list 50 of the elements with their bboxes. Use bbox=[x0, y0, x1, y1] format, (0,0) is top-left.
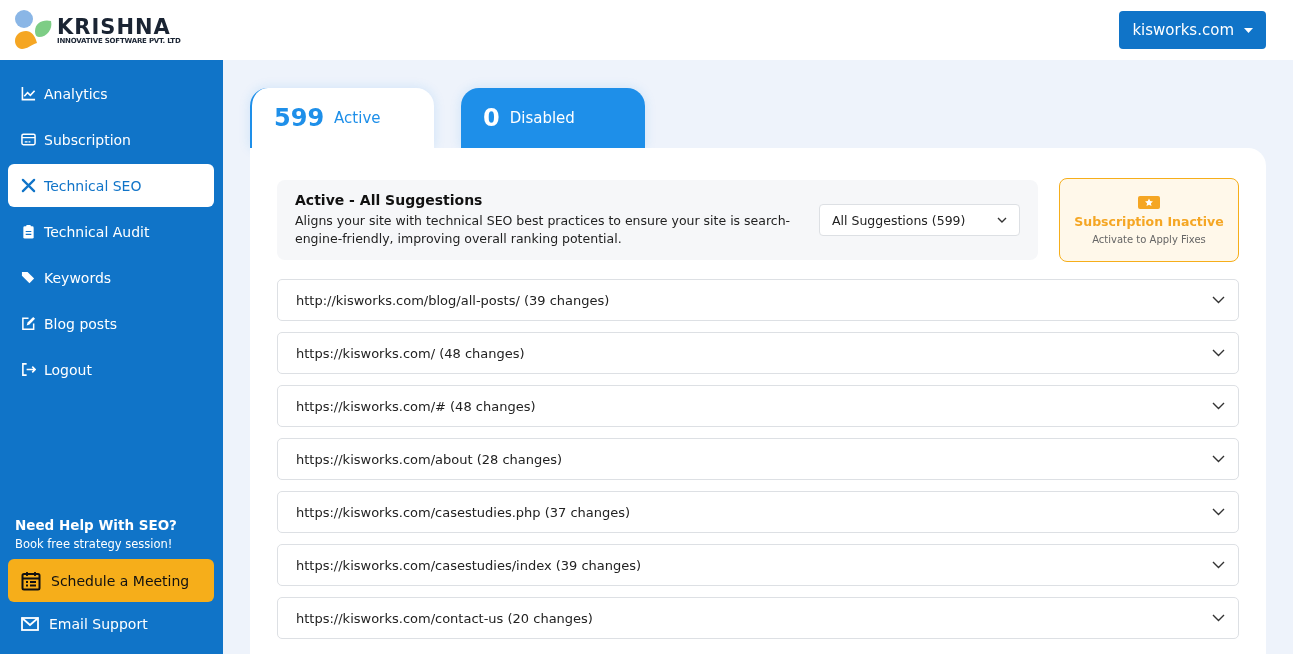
page-accordion-row[interactable]: https://kisworks.com/casestudies/index (39 changes) bbox=[277, 544, 1239, 586]
page-accordion-row[interactable]: https://kisworks.com/contact-us (20 changes) bbox=[277, 597, 1239, 639]
clipboard-icon bbox=[21, 224, 36, 239]
chevron-down-icon bbox=[1212, 455, 1225, 463]
envelope-icon bbox=[21, 617, 39, 631]
chevron-down-icon bbox=[1212, 614, 1225, 622]
tags-icon bbox=[21, 270, 36, 285]
page-accordion-row[interactable]: https://kisworks.com/casestudies.php (37 changes) bbox=[277, 491, 1239, 533]
tab-count: 599 bbox=[274, 104, 325, 132]
logo-name: KRISHNA bbox=[57, 15, 171, 38]
help-title: Need Help With SEO? bbox=[14, 517, 178, 533]
chevron-down-icon bbox=[1212, 349, 1225, 357]
status-tab[interactable]: 0 Disabled bbox=[461, 88, 645, 148]
chevron-down-icon bbox=[1212, 508, 1225, 516]
chevron-down-icon bbox=[1212, 402, 1225, 410]
summary-description: Aligns your site with technical SEO best practices to ensure your site is search-engine-friendly, improving overall ranking potential. bbox=[295, 212, 792, 248]
tab-count: 0 bbox=[483, 104, 500, 132]
card-icon bbox=[21, 132, 36, 147]
star-badge-icon bbox=[1138, 195, 1160, 209]
subscription-hint: Activate to Apply Fixes bbox=[1092, 233, 1206, 245]
tab-label: Active bbox=[334, 109, 381, 127]
sidebar-item[interactable]: Analytics bbox=[8, 72, 214, 115]
edit-icon bbox=[21, 316, 36, 331]
page-accordion-row[interactable]: http://kisworks.com/blog/all-posts/ (39 changes) bbox=[277, 279, 1239, 321]
tab-label: Disabled bbox=[509, 109, 575, 127]
sidebar-item[interactable]: Subscription bbox=[8, 118, 214, 161]
logout-icon bbox=[21, 362, 36, 377]
chevron-down-icon bbox=[1212, 296, 1225, 304]
caret-icon bbox=[1244, 27, 1253, 33]
schedule-meeting-button[interactable]: Schedule a Meeting bbox=[8, 559, 214, 602]
help-subtitle: Book free strategy session! bbox=[14, 536, 174, 553]
site-dropdown[interactable]: kisworks.com bbox=[1119, 11, 1266, 49]
sidebar-item[interactable]: Technical Audit bbox=[8, 210, 214, 253]
sidebar-item[interactable]: Blog posts bbox=[8, 302, 214, 345]
page-accordion-row[interactable]: https://kisworks.com/about (28 changes) bbox=[277, 438, 1239, 480]
page-accordion-row[interactable]: https://kisworks.com/# (48 changes) bbox=[277, 385, 1239, 427]
line-chart-icon bbox=[21, 86, 36, 101]
status-tab[interactable]: 599 Active bbox=[250, 88, 434, 148]
sidebar-item[interactable]: Logout bbox=[8, 348, 214, 391]
subscription-status: Subscription Inactive bbox=[1074, 213, 1224, 229]
sidebar-item[interactable]: Keywords bbox=[8, 256, 214, 299]
calendar-icon bbox=[21, 570, 41, 591]
email-support-link[interactable]: Email Support bbox=[8, 602, 214, 632]
logo-icon bbox=[13, 9, 53, 51]
suggestion-filter-dropdown[interactable]: All Suggestions (599) bbox=[819, 204, 1020, 236]
chevron-down-icon bbox=[1212, 561, 1225, 569]
page-accordion-row[interactable]: https://kisworks.com/ (48 changes) bbox=[277, 332, 1239, 374]
sidebar-item[interactable]: Technical SEO bbox=[8, 164, 214, 207]
summary-title: Active - All Suggestions bbox=[295, 192, 484, 208]
chevron-down-icon bbox=[997, 217, 1007, 223]
